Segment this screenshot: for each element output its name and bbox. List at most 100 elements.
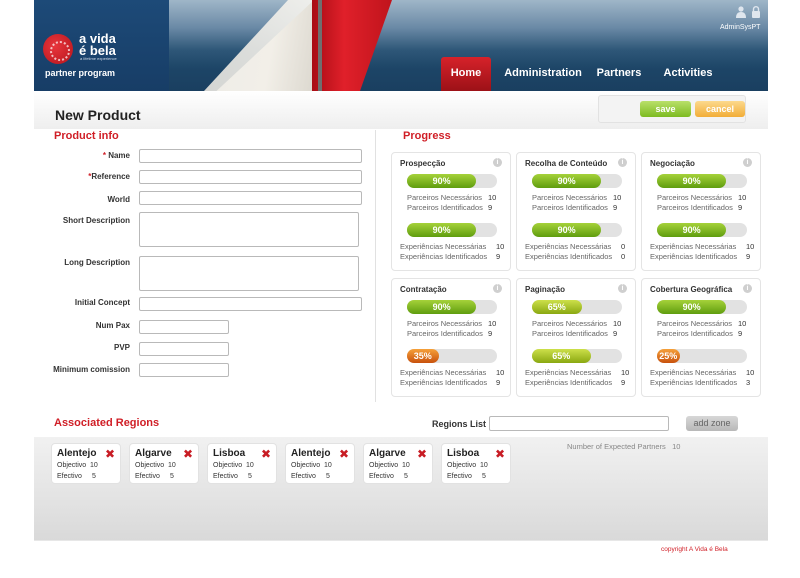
- effective-label: Efectivo: [369, 473, 394, 480]
- remove-region-icon[interactable]: ✖: [417, 447, 427, 461]
- remove-region-icon[interactable]: ✖: [339, 447, 349, 461]
- progress-bar-experiences: 65%: [532, 349, 622, 363]
- partners-identified-value: 9: [738, 329, 743, 338]
- partners-needed-label: Parceiros Necessários: [532, 319, 608, 328]
- info-icon[interactable]: i: [618, 284, 627, 293]
- partners-needed-label: Parceiros Necessários: [657, 193, 733, 202]
- partners-needed-value: 10: [488, 319, 497, 328]
- region-card: Algarve ✖ Objectivo 10 Efectivo 5: [129, 443, 199, 484]
- sail-image-red: [312, 0, 392, 91]
- objective-label: Objectivo: [213, 462, 243, 469]
- progress-bar-partners: 90%: [532, 174, 622, 188]
- progress-bar-fill: 90%: [532, 174, 602, 188]
- region-card: Algarve ✖ Objectivo 10 Efectivo 5: [363, 443, 433, 484]
- copyright: copyright A Vida é Bela: [661, 546, 728, 553]
- name-field[interactable]: [139, 149, 362, 163]
- current-user[interactable]: AdminSysPT: [720, 24, 760, 31]
- required-mark: *: [102, 151, 106, 160]
- progress-card: Cobertura Geográfica i 90% Parceiros Necess…: [641, 278, 761, 397]
- experiences-needed-label: Experiências Necessárias: [525, 242, 612, 251]
- progress-card: Paginação i 65% Parceiros Necessários 10 Parc…: [516, 278, 636, 397]
- product-info-title: Product info: [54, 130, 119, 142]
- progress-bar-partners: 90%: [657, 300, 747, 314]
- expected-partners: Number of Expected Partners 10: [567, 442, 680, 451]
- short-description-field[interactable]: [139, 212, 359, 247]
- progress-card-title: Recolha de Conteúdo: [525, 159, 608, 168]
- region-card: Alentejo ✖ Objectivo 10 Efectivo 5: [285, 443, 355, 484]
- reference-field[interactable]: [139, 170, 362, 184]
- program-name: partner program: [45, 68, 116, 78]
- progress-bar-partners: 90%: [407, 174, 497, 188]
- partners-needed-label: Parceiros Necessários: [532, 193, 608, 202]
- info-icon[interactable]: i: [743, 284, 752, 293]
- effective-label: Efectivo: [291, 473, 316, 480]
- experiences-needed-label: Experiências Necessárias: [400, 368, 487, 377]
- nav-administration[interactable]: Administration: [504, 57, 582, 91]
- progress-bar-experiences: 90%: [657, 223, 747, 237]
- minimum-comission-label: Minimum comission: [53, 365, 130, 374]
- pvp-label: PVP: [113, 343, 130, 352]
- lock-icon[interactable]: [751, 6, 761, 18]
- region-name: Lisboa: [213, 448, 246, 459]
- experiences-identified-label: Experiências Identificados: [400, 378, 488, 387]
- effective-value: 5: [482, 473, 486, 480]
- remove-region-icon[interactable]: ✖: [105, 447, 115, 461]
- partners-identified-value: 9: [488, 203, 493, 212]
- world-field[interactable]: [139, 191, 362, 205]
- long-description-field[interactable]: [139, 256, 359, 291]
- objective-label: Objectivo: [135, 462, 165, 469]
- partners-needed-value: 10: [613, 319, 622, 328]
- partners-needed-value: 10: [738, 193, 747, 202]
- partners-needed-label: Parceiros Necessários: [407, 193, 483, 202]
- progress-bar-experiences: 25%: [657, 349, 747, 363]
- experiences-identified-value: 9: [621, 378, 626, 387]
- region-name: Algarve: [369, 448, 406, 459]
- partners-needed-value: 10: [613, 193, 622, 202]
- remove-region-icon[interactable]: ✖: [261, 447, 271, 461]
- experiences-needed-label: Experiências Necessárias: [650, 242, 737, 251]
- nav-home[interactable]: Home: [441, 57, 491, 91]
- progress-title: Progress: [403, 130, 451, 142]
- experiences-identified-value: 9: [496, 378, 501, 387]
- region-name: Algarve: [135, 448, 172, 459]
- user-icon[interactable]: [736, 6, 746, 18]
- objective-value: 10: [90, 462, 98, 469]
- add-zone-button[interactable]: add zone: [686, 416, 738, 431]
- info-icon[interactable]: i: [493, 284, 502, 293]
- partners-identified-label: Parceiros Identificados: [532, 329, 608, 338]
- objective-label: Objectivo: [291, 462, 321, 469]
- experiences-needed-value: 10: [496, 368, 505, 377]
- partners-identified-value: 9: [613, 203, 618, 212]
- initial-concept-field[interactable]: [139, 297, 362, 311]
- save-button[interactable]: save: [640, 101, 691, 117]
- progress-bar-partners: 90%: [407, 300, 497, 314]
- minimum-comission-field[interactable]: [139, 363, 229, 377]
- info-icon[interactable]: i: [618, 158, 627, 167]
- cancel-button[interactable]: cancel: [695, 101, 745, 117]
- progress-bar-fill: 65%: [532, 349, 591, 363]
- progress-bar-fill: 90%: [657, 300, 727, 314]
- num-pax-label: Num Pax: [95, 321, 130, 330]
- remove-region-icon[interactable]: ✖: [495, 447, 505, 461]
- remove-region-icon[interactable]: ✖: [183, 447, 193, 461]
- nav-partners[interactable]: Partners: [594, 57, 644, 91]
- progress-card-title: Cobertura Geográfica: [650, 285, 733, 294]
- region-card: Alentejo ✖ Objectivo 10 Efectivo 5: [51, 443, 121, 484]
- objective-value: 10: [480, 462, 488, 469]
- progress-bar-fill: 35%: [407, 349, 439, 363]
- progress-bar-fill: 90%: [657, 223, 727, 237]
- progress-bar-fill: 90%: [532, 223, 602, 237]
- pvp-field[interactable]: [139, 342, 229, 356]
- info-icon[interactable]: i: [493, 158, 502, 167]
- objective-label: Objectivo: [447, 462, 477, 469]
- num-pax-field[interactable]: [139, 320, 229, 334]
- info-icon[interactable]: i: [743, 158, 752, 167]
- mast-image: [318, 0, 322, 91]
- progress-card: Prospecção i 90% Parceiros Necessários 10 Par…: [391, 152, 511, 271]
- effective-value: 5: [248, 473, 252, 480]
- effective-label: Efectivo: [447, 473, 472, 480]
- partners-identified-label: Parceiros Identificados: [657, 329, 733, 338]
- regions-list-input[interactable]: [489, 416, 669, 431]
- nav-activities[interactable]: Activities: [660, 57, 716, 91]
- progress-bar-fill: 90%: [407, 174, 477, 188]
